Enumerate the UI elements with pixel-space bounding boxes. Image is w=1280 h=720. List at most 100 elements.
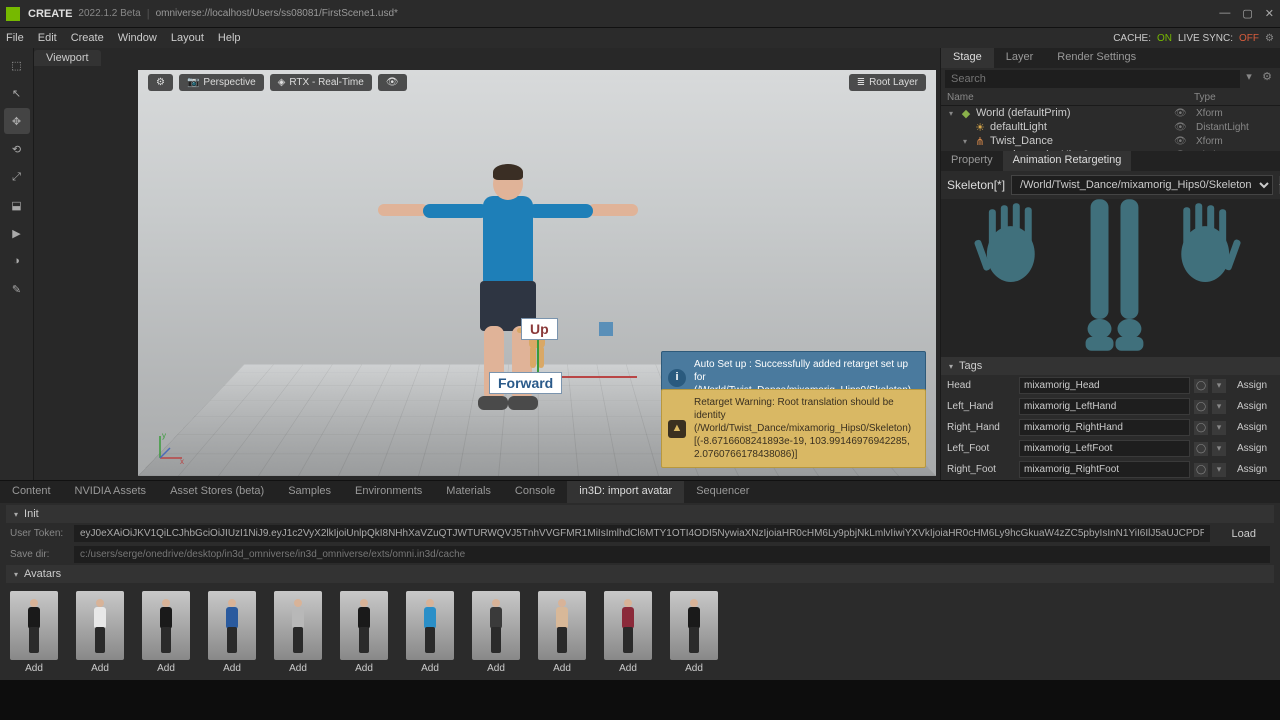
livesync-status[interactable]: OFF [1239,33,1259,44]
avatar-thumb[interactable] [274,591,322,660]
tag-dropdown-icon[interactable]: ▾ [1212,400,1226,414]
stage-search-input[interactable] [945,70,1240,88]
tag-input[interactable] [1019,419,1190,436]
tag-input[interactable] [1019,398,1190,415]
avatar-add-button[interactable]: Add [25,663,43,674]
init-header[interactable]: ▾Init [6,505,1274,523]
menu-create[interactable]: Create [71,32,104,44]
menu-help[interactable]: Help [218,32,241,44]
avatars-header[interactable]: ▾Avatars [6,565,1274,583]
assign-button[interactable]: Assign [1230,443,1274,454]
tab-stage[interactable]: Stage [941,48,994,68]
assign-button[interactable]: Assign [1230,464,1274,475]
bottom-tab[interactable]: Sequencer [684,481,761,503]
assign-button[interactable]: Assign [1230,380,1274,391]
bottom-tab[interactable]: Console [503,481,567,503]
tag-dropdown-icon[interactable]: ▾ [1212,463,1226,477]
viewport-visibility-icon[interactable]: 👁 [378,74,407,91]
bottom-tab[interactable]: Environments [343,481,434,503]
tree-row[interactable]: ▾ ⋔ Twist_Dance 👁 Xform [941,134,1280,148]
menu-window[interactable]: Window [118,32,157,44]
viewport[interactable]: ⚙ 📷 Perspective ◈ RTX - Real-Time 👁 ≣ Ro… [138,70,936,476]
avatar-add-button[interactable]: Add [619,663,637,674]
avatar-thumb[interactable] [406,591,454,660]
avatar-add-button[interactable]: Add [553,663,571,674]
tag-reset-icon[interactable]: ◯ [1194,463,1208,477]
avatar-thumb[interactable] [538,591,586,660]
tags-header[interactable]: ▾Tags [941,357,1280,375]
skeleton-preview[interactable] [941,199,1280,357]
avatar-add-button[interactable]: Add [355,663,373,674]
viewport-canvas[interactable]: Up Forward yx i Auto Set up : Successful… [138,70,936,476]
avatar-thumb[interactable] [142,591,190,660]
avatar-thumb[interactable] [208,591,256,660]
assign-button[interactable]: Assign [1230,401,1274,412]
close-button[interactable]: ✕ [1265,7,1274,20]
minimize-button[interactable]: — [1219,7,1230,20]
tag-dropdown-icon[interactable]: ▾ [1212,379,1226,393]
filter-icon[interactable]: ▾ [1240,70,1258,88]
bottom-tab[interactable]: Asset Stores (beta) [158,481,276,503]
tag-reset-icon[interactable]: ◯ [1194,400,1208,414]
menu-edit[interactable]: Edit [38,32,57,44]
avatar-thumb[interactable] [472,591,520,660]
menu-layout[interactable]: Layout [171,32,204,44]
settings-gear-icon[interactable]: ⚙ [1265,33,1274,44]
bottom-tab[interactable]: Samples [276,481,343,503]
avatar-add-button[interactable]: Add [289,663,307,674]
viewport-renderer-dropdown[interactable]: ◈ RTX - Real-Time [270,74,372,91]
bottom-tab[interactable]: NVIDIA Assets [63,481,159,503]
skeleton-path-select[interactable]: /World/Twist_Dance/mixamorig_Hips0/Skele… [1011,175,1273,195]
menu-file[interactable]: File [6,32,24,44]
tag-input[interactable] [1019,461,1190,478]
tool-snap[interactable]: ⬓ [4,192,30,218]
tool-move[interactable]: ✥ [4,108,30,134]
bottom-tab[interactable]: in3D: import avatar [567,481,684,503]
avatar-add-button[interactable]: Add [157,663,175,674]
avatar-thumb[interactable] [10,591,58,660]
tab-render-settings[interactable]: Render Settings [1045,48,1148,68]
assign-button[interactable]: Assign [1230,422,1274,433]
tag-dropdown-icon[interactable]: ▾ [1212,421,1226,435]
avatar-add-button[interactable]: Add [685,663,703,674]
tree-row[interactable]: ☀ defaultLight 👁 DistantLight [941,120,1280,134]
tool-brush[interactable]: ✎ [4,276,30,302]
maximize-button[interactable]: ▢ [1242,7,1252,20]
tool-scale[interactable]: ⤢ [4,164,30,190]
stage-tree[interactable]: ▾ ◆ World (defaultPrim) 👁 Xform ☀ defaul… [941,106,1280,151]
token-input[interactable] [74,525,1210,542]
load-button[interactable]: Load [1218,526,1270,542]
tree-row[interactable]: ▾ ◆ World (defaultPrim) 👁 Xform [941,106,1280,120]
viewport-camera-dropdown[interactable]: 📷 Perspective [179,74,264,91]
avatar-add-button[interactable]: Add [487,663,505,674]
tag-input[interactable] [1019,377,1190,394]
tag-reset-icon[interactable]: ◯ [1194,379,1208,393]
tab-property[interactable]: Property [941,151,1003,171]
viewport-settings-icon[interactable]: ⚙ [148,74,173,91]
tool-arrow[interactable]: ↖ [4,80,30,106]
bottom-tab[interactable]: Materials [434,481,503,503]
viewport-tab[interactable]: Viewport [34,50,101,66]
avatar-add-button[interactable]: Add [91,663,109,674]
tool-play[interactable]: ▶ [4,220,30,246]
savedir-input[interactable] [74,546,1270,563]
avatar-thumb[interactable] [76,591,124,660]
tool-rotate[interactable]: ⟲ [4,136,30,162]
avatar-add-button[interactable]: Add [223,663,241,674]
avatar-thumb[interactable] [604,591,652,660]
tab-layer[interactable]: Layer [994,48,1046,68]
root-layer-dropdown[interactable]: ≣ Root Layer [849,74,926,91]
cache-status[interactable]: ON [1157,33,1172,44]
avatar-thumb[interactable] [670,591,718,660]
tag-reset-icon[interactable]: ◯ [1194,442,1208,456]
tag-reset-icon[interactable]: ◯ [1194,421,1208,435]
tag-dropdown-icon[interactable]: ▾ [1212,442,1226,456]
bottom-tab[interactable]: Content [0,481,63,503]
tab-anim-retargeting[interactable]: Animation Retargeting [1003,151,1132,171]
avatar-thumb[interactable] [340,591,388,660]
avatar-add-button[interactable]: Add [421,663,439,674]
options-icon[interactable]: ⚙ [1258,70,1276,88]
tool-select[interactable]: ⬚ [4,52,30,78]
tag-input[interactable] [1019,440,1190,457]
tool-light-icon[interactable]: ◑ [4,248,30,274]
